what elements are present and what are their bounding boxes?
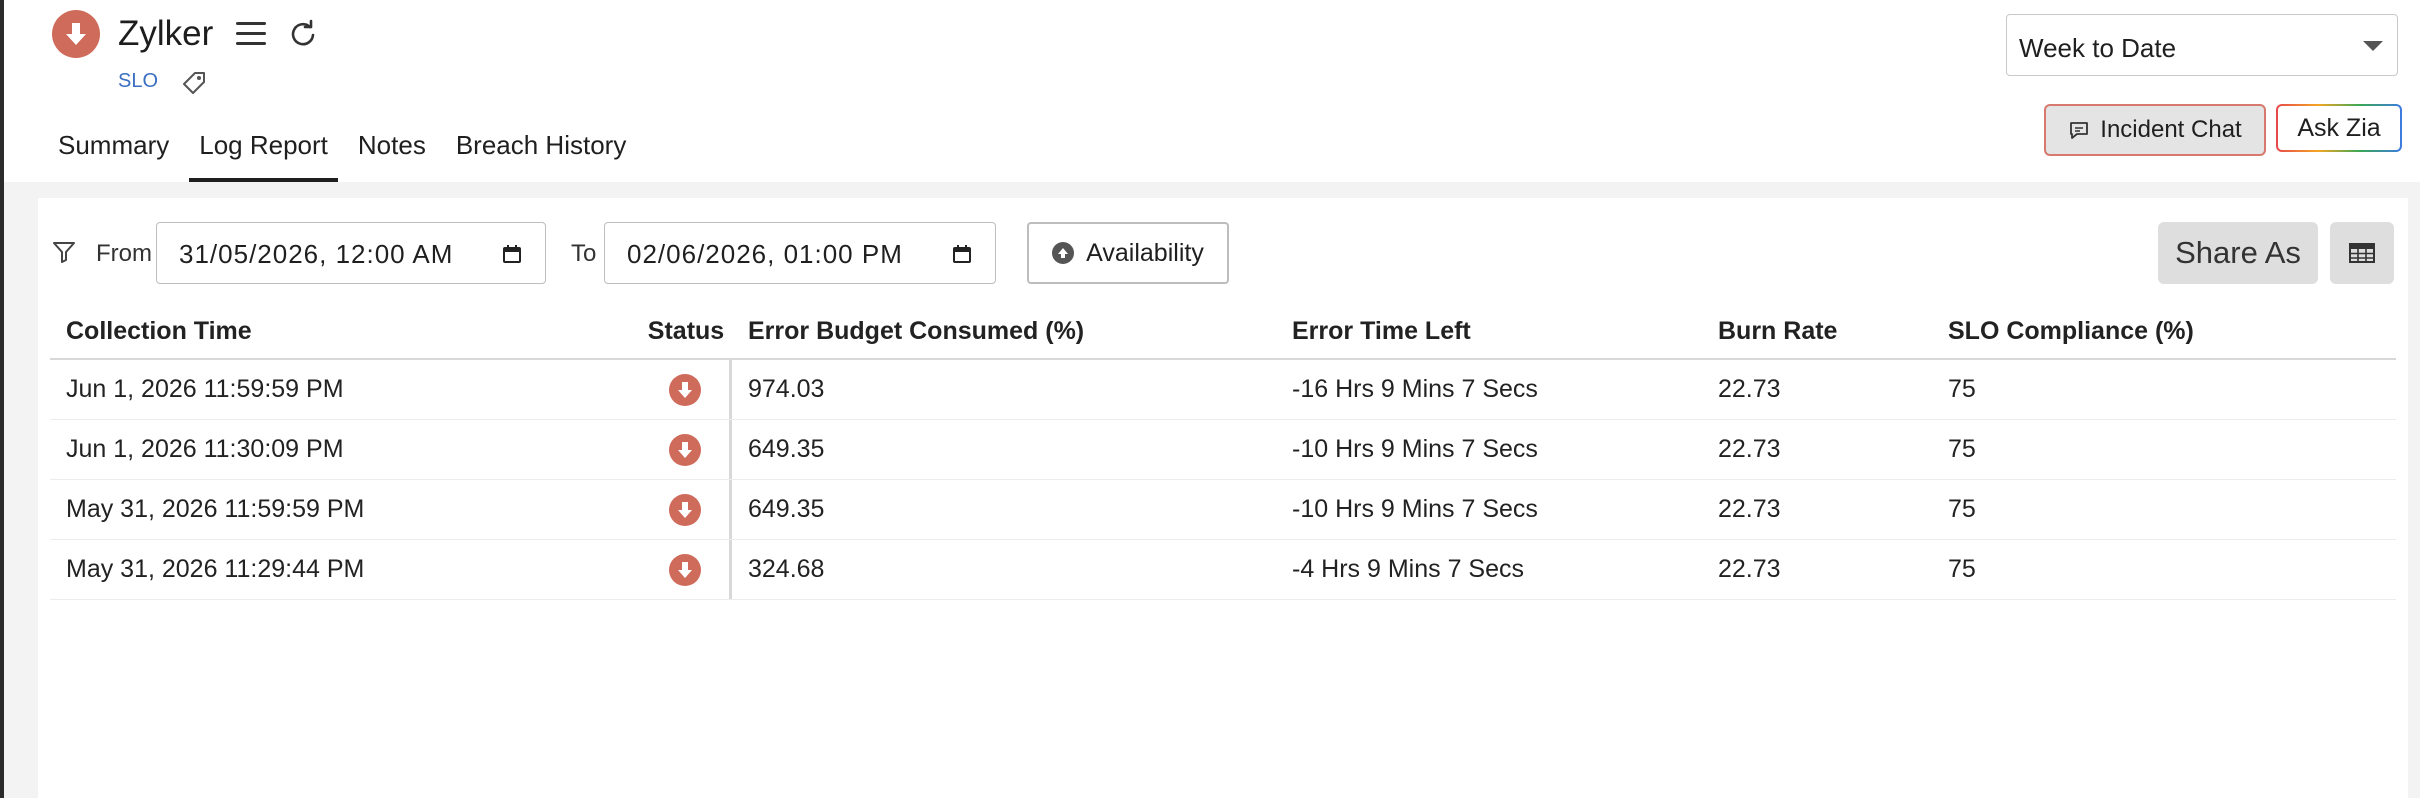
cell-burn-rate: 22.73 [1718, 495, 1781, 523]
col-burn-rate[interactable]: Burn Rate [1718, 317, 1948, 346]
cell-collection-time: Jun 1, 2026 11:30:09 PM [66, 435, 344, 463]
to-label: To [571, 240, 597, 267]
cell-slo-compliance: 75 [1948, 435, 1976, 463]
calendar-icon[interactable] [501, 243, 523, 265]
table-icon [2349, 243, 2375, 263]
chevron-down-icon [2363, 41, 2383, 51]
monitor-header: Zylker SLO Summary Log Report Notes Brea… [4, 0, 2420, 182]
tab-notes[interactable]: Notes [348, 120, 436, 182]
cell-slo-compliance: 75 [1948, 495, 1976, 523]
cell-error-time-left: -4 Hrs 9 Mins 7 Secs [1292, 555, 1525, 583]
cell-collection-time: May 31, 2026 11:29:44 PM [66, 555, 365, 583]
table-row[interactable]: Jun 1, 2026 11:30:09 PM 649.35 -10 Hrs 9… [50, 420, 2396, 480]
log-table: Collection Time Status Error Budget Cons… [50, 304, 2396, 600]
filter-icon[interactable] [50, 238, 78, 266]
table-row[interactable]: May 31, 2026 11:59:59 PM 649.35 -10 Hrs … [50, 480, 2396, 540]
ask-zia-button[interactable]: Ask Zia [2276, 104, 2402, 152]
chat-icon [2070, 122, 2089, 139]
from-date-value: 31/05/2026, 12:00 AM [179, 239, 454, 269]
monitor-type-tag[interactable]: SLO [118, 70, 158, 93]
time-range-value: Week to Date [2019, 33, 2177, 63]
to-date-value: 02/06/2026, 01:00 PM [627, 239, 903, 269]
down-status-icon [52, 10, 100, 58]
col-status[interactable]: Status [640, 304, 732, 358]
down-status-icon [668, 553, 701, 586]
cell-error-time-left: -16 Hrs 9 Mins 7 Secs [1292, 375, 1538, 403]
down-status-icon [668, 373, 701, 406]
cell-error-time-left: -10 Hrs 9 Mins 7 Secs [1292, 435, 1538, 463]
cell-burn-rate: 22.73 [1718, 435, 1781, 463]
table-row[interactable]: Jun 1, 2026 11:59:59 PM 974.03 -16 Hrs 9… [50, 360, 2396, 420]
tag-icon[interactable] [178, 68, 210, 100]
down-status-icon [668, 493, 701, 526]
availability-button[interactable]: Availability [1027, 222, 1229, 284]
incident-chat-label: Incident Chat [2100, 116, 2242, 143]
col-error-time-left[interactable]: Error Time Left [1292, 317, 1718, 346]
cell-slo-compliance: 75 [1948, 375, 1976, 403]
table-header: Collection Time Status Error Budget Cons… [50, 304, 2396, 360]
cell-collection-time: Jun 1, 2026 11:59:59 PM [66, 375, 344, 403]
tab-log-report[interactable]: Log Report [189, 120, 338, 182]
from-date-input[interactable]: 31/05/2026, 12:00 AM [156, 222, 546, 284]
up-arrow-icon [1052, 242, 1075, 264]
cell-burn-rate: 22.73 [1718, 375, 1781, 403]
cell-collection-time: May 31, 2026 11:59:59 PM [66, 495, 365, 523]
down-status-icon [668, 433, 701, 466]
menu-icon[interactable] [236, 22, 266, 48]
cell-slo-compliance: 75 [1948, 555, 1976, 583]
cell-error-time-left: -10 Hrs 9 Mins 7 Secs [1292, 495, 1538, 523]
tab-breach-history[interactable]: Breach History [446, 120, 637, 182]
calendar-icon[interactable] [951, 243, 973, 265]
cell-burn-rate: 22.73 [1718, 555, 1781, 583]
incident-chat-button[interactable]: Incident Chat [2044, 104, 2266, 156]
to-date-input[interactable]: 02/06/2026, 01:00 PM [604, 222, 996, 284]
col-slo-compliance[interactable]: SLO Compliance (%) [1948, 317, 2396, 346]
refresh-icon[interactable] [286, 18, 318, 50]
from-label: From [96, 240, 152, 267]
cell-error-budget-consumed: 324.68 [748, 555, 825, 583]
table-row[interactable]: May 31, 2026 11:29:44 PM 324.68 -4 Hrs 9… [50, 540, 2396, 600]
time-range-select[interactable]: Week to Date [2006, 14, 2398, 76]
col-collection-time[interactable]: Collection Time [50, 317, 640, 346]
cell-error-budget-consumed: 974.03 [748, 375, 825, 403]
log-report-panel: From 31/05/2026, 12:00 AM To 02/06/2026,… [38, 198, 2408, 798]
col-error-budget-consumed[interactable]: Error Budget Consumed (%) [732, 317, 1292, 346]
tab-summary[interactable]: Summary [48, 120, 179, 182]
cell-error-budget-consumed: 649.35 [748, 495, 825, 523]
monitor-title: Zylker [118, 14, 214, 53]
report-tabs: Summary Log Report Notes Breach History [48, 120, 646, 182]
table-view-button[interactable] [2330, 222, 2394, 284]
share-as-button[interactable]: Share As [2158, 222, 2318, 284]
availability-label: Availability [1086, 238, 1204, 267]
cell-error-budget-consumed: 649.35 [748, 435, 825, 463]
